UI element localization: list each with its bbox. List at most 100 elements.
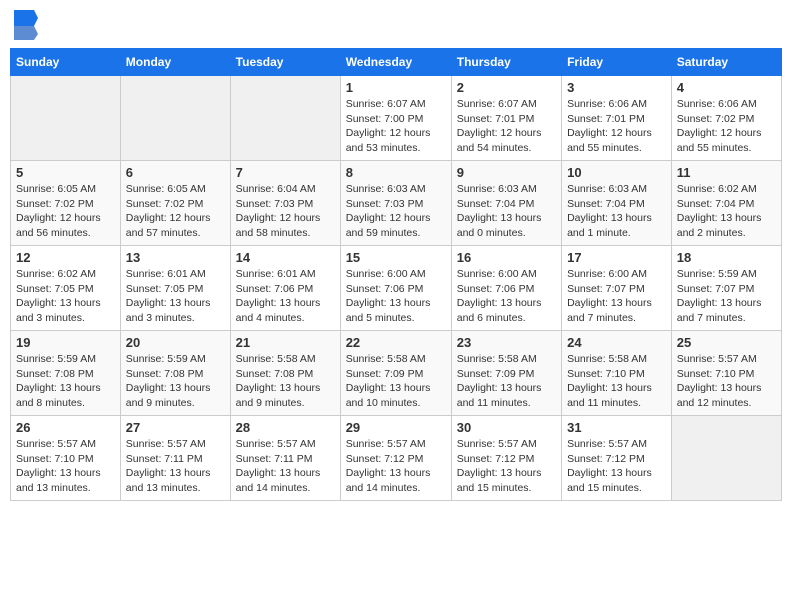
day-number: 6 (126, 165, 225, 180)
calendar-day-cell: 21 Sunrise: 5:58 AM Sunset: 7:08 PM Dayli… (230, 331, 340, 416)
day-number: 9 (457, 165, 556, 180)
day-number: 1 (346, 80, 446, 95)
day-number: 14 (236, 250, 335, 265)
day-of-week-header: Wednesday (340, 49, 451, 76)
day-number: 8 (346, 165, 446, 180)
calendar-table: SundayMondayTuesdayWednesdayThursdayFrid… (10, 48, 782, 501)
day-info: Sunrise: 5:58 AM Sunset: 7:09 PM Dayligh… (346, 352, 446, 411)
calendar-day-cell: 4Sunrise: 6:06 AM Sunset: 7:02 PM Daylig… (671, 76, 781, 161)
day-of-week-header: Monday (120, 49, 230, 76)
days-header-row: SundayMondayTuesdayWednesdayThursdayFrid… (11, 49, 782, 76)
day-info: Sunrise: 5:57 AM Sunset: 7:11 PM Dayligh… (126, 437, 225, 496)
day-info: Sunrise: 6:01 AM Sunset: 7:06 PM Dayligh… (236, 267, 335, 326)
day-info: Sunrise: 5:59 AM Sunset: 7:07 PM Dayligh… (677, 267, 776, 326)
day-info: Sunrise: 6:06 AM Sunset: 7:01 PM Dayligh… (567, 97, 666, 156)
calendar-day-cell: 5Sunrise: 6:05 AM Sunset: 7:02 PM Daylig… (11, 161, 121, 246)
calendar-day-cell: 8 Sunrise: 6:03 AM Sunset: 7:03 PM Daylig… (340, 161, 451, 246)
day-number: 30 (457, 420, 556, 435)
day-number: 3 (567, 80, 666, 95)
calendar-day-cell: 6Sunrise: 6:05 AM Sunset: 7:02 PM Daylig… (120, 161, 230, 246)
calendar-day-cell: 10Sunrise: 6:03 AM Sunset: 7:04 PM Dayli… (562, 161, 672, 246)
day-of-week-header: Sunday (11, 49, 121, 76)
calendar-day-cell: 1 Sunrise: 6:07 AM Sunset: 7:00 PM Daylig… (340, 76, 451, 161)
calendar-day-cell: 12 Sunrise: 6:02 AM Sunset: 7:05 PM Dayli… (11, 246, 121, 331)
calendar-day-cell: 28 Sunrise: 5:57 AM Sunset: 7:11 PM Dayli… (230, 416, 340, 501)
calendar-week-row: 26Sunrise: 5:57 AM Sunset: 7:10 PM Dayli… (11, 416, 782, 501)
day-number: 31 (567, 420, 666, 435)
day-number: 23 (457, 335, 556, 350)
day-number: 22 (346, 335, 446, 350)
day-number: 26 (16, 420, 115, 435)
day-number: 29 (346, 420, 446, 435)
day-info: Sunrise: 5:58 AM Sunset: 7:10 PM Dayligh… (567, 352, 666, 411)
day-number: 16 (457, 250, 556, 265)
day-of-week-header: Thursday (451, 49, 561, 76)
calendar-day-cell (671, 416, 781, 501)
day-of-week-header: Saturday (671, 49, 781, 76)
day-number: 2 (457, 80, 556, 95)
day-info: Sunrise: 5:59 AM Sunset: 7:08 PM Dayligh… (126, 352, 225, 411)
calendar-day-cell: 15Sunrise: 6:00 AM Sunset: 7:06 PM Dayli… (340, 246, 451, 331)
day-info: Sunrise: 6:01 AM Sunset: 7:05 PM Dayligh… (126, 267, 225, 326)
calendar-day-cell: 20 Sunrise: 5:59 AM Sunset: 7:08 PM Dayli… (120, 331, 230, 416)
calendar-week-row: 5Sunrise: 6:05 AM Sunset: 7:02 PM Daylig… (11, 161, 782, 246)
day-info: Sunrise: 6:05 AM Sunset: 7:02 PM Dayligh… (16, 182, 115, 241)
calendar-day-cell: 16 Sunrise: 6:00 AM Sunset: 7:06 PM Dayli… (451, 246, 561, 331)
calendar-day-cell: 14 Sunrise: 6:01 AM Sunset: 7:06 PM Dayli… (230, 246, 340, 331)
day-number: 18 (677, 250, 776, 265)
calendar-day-cell: 24 Sunrise: 5:58 AM Sunset: 7:10 PM Dayli… (562, 331, 672, 416)
day-number: 20 (126, 335, 225, 350)
calendar-week-row: 19 Sunrise: 5:59 AM Sunset: 7:08 PM Dayli… (11, 331, 782, 416)
day-number: 21 (236, 335, 335, 350)
day-number: 7 (236, 165, 335, 180)
calendar-day-cell: 13 Sunrise: 6:01 AM Sunset: 7:05 PM Dayli… (120, 246, 230, 331)
day-number: 10 (567, 165, 666, 180)
calendar-day-cell: 3 Sunrise: 6:06 AM Sunset: 7:01 PM Daylig… (562, 76, 672, 161)
day-info: Sunrise: 6:02 AM Sunset: 7:04 PM Dayligh… (677, 182, 776, 241)
day-number: 25 (677, 335, 776, 350)
day-number: 11 (677, 165, 776, 180)
day-info: Sunrise: 5:57 AM Sunset: 7:11 PM Dayligh… (236, 437, 335, 496)
calendar-week-row: 1 Sunrise: 6:07 AM Sunset: 7:00 PM Daylig… (11, 76, 782, 161)
day-info: Sunrise: 5:57 AM Sunset: 7:10 PM Dayligh… (677, 352, 776, 411)
day-of-week-header: Tuesday (230, 49, 340, 76)
day-number: 13 (126, 250, 225, 265)
day-info: Sunrise: 6:02 AM Sunset: 7:05 PM Dayligh… (16, 267, 115, 326)
day-of-week-header: Friday (562, 49, 672, 76)
day-info: Sunrise: 6:03 AM Sunset: 7:04 PM Dayligh… (457, 182, 556, 241)
day-info: Sunrise: 6:00 AM Sunset: 7:06 PM Dayligh… (346, 267, 446, 326)
page-header (10, 10, 782, 40)
day-number: 28 (236, 420, 335, 435)
day-info: Sunrise: 5:59 AM Sunset: 7:08 PM Dayligh… (16, 352, 115, 411)
calendar-day-cell: 29 Sunrise: 5:57 AM Sunset: 7:12 PM Dayli… (340, 416, 451, 501)
calendar-week-row: 12 Sunrise: 6:02 AM Sunset: 7:05 PM Dayli… (11, 246, 782, 331)
calendar-day-cell: 30Sunrise: 5:57 AM Sunset: 7:12 PM Dayli… (451, 416, 561, 501)
day-info: Sunrise: 5:57 AM Sunset: 7:12 PM Dayligh… (346, 437, 446, 496)
calendar-day-cell: 19 Sunrise: 5:59 AM Sunset: 7:08 PM Dayli… (11, 331, 121, 416)
calendar-day-cell: 25 Sunrise: 5:57 AM Sunset: 7:10 PM Dayli… (671, 331, 781, 416)
calendar-day-cell (11, 76, 121, 161)
day-info: Sunrise: 6:07 AM Sunset: 7:01 PM Dayligh… (457, 97, 556, 156)
day-number: 19 (16, 335, 115, 350)
calendar-day-cell: 7Sunrise: 6:04 AM Sunset: 7:03 PM Daylig… (230, 161, 340, 246)
calendar-day-cell: 9 Sunrise: 6:03 AM Sunset: 7:04 PM Daylig… (451, 161, 561, 246)
day-number: 12 (16, 250, 115, 265)
calendar-day-cell: 26Sunrise: 5:57 AM Sunset: 7:10 PM Dayli… (11, 416, 121, 501)
day-info: Sunrise: 6:03 AM Sunset: 7:03 PM Dayligh… (346, 182, 446, 241)
calendar-day-cell: 18 Sunrise: 5:59 AM Sunset: 7:07 PM Dayli… (671, 246, 781, 331)
day-number: 24 (567, 335, 666, 350)
calendar-day-cell (120, 76, 230, 161)
calendar-day-cell (230, 76, 340, 161)
calendar-day-cell: 11 Sunrise: 6:02 AM Sunset: 7:04 PM Dayli… (671, 161, 781, 246)
day-number: 27 (126, 420, 225, 435)
day-number: 4 (677, 80, 776, 95)
day-info: Sunrise: 5:58 AM Sunset: 7:08 PM Dayligh… (236, 352, 335, 411)
calendar-day-cell: 31 Sunrise: 5:57 AM Sunset: 7:12 PM Dayli… (562, 416, 672, 501)
day-info: Sunrise: 5:58 AM Sunset: 7:09 PM Dayligh… (457, 352, 556, 411)
day-info: Sunrise: 6:07 AM Sunset: 7:00 PM Dayligh… (346, 97, 446, 156)
day-info: Sunrise: 6:00 AM Sunset: 7:06 PM Dayligh… (457, 267, 556, 326)
logo-icon (14, 10, 38, 40)
calendar-day-cell: 23 Sunrise: 5:58 AM Sunset: 7:09 PM Dayli… (451, 331, 561, 416)
day-info: Sunrise: 5:57 AM Sunset: 7:12 PM Dayligh… (567, 437, 666, 496)
day-number: 17 (567, 250, 666, 265)
